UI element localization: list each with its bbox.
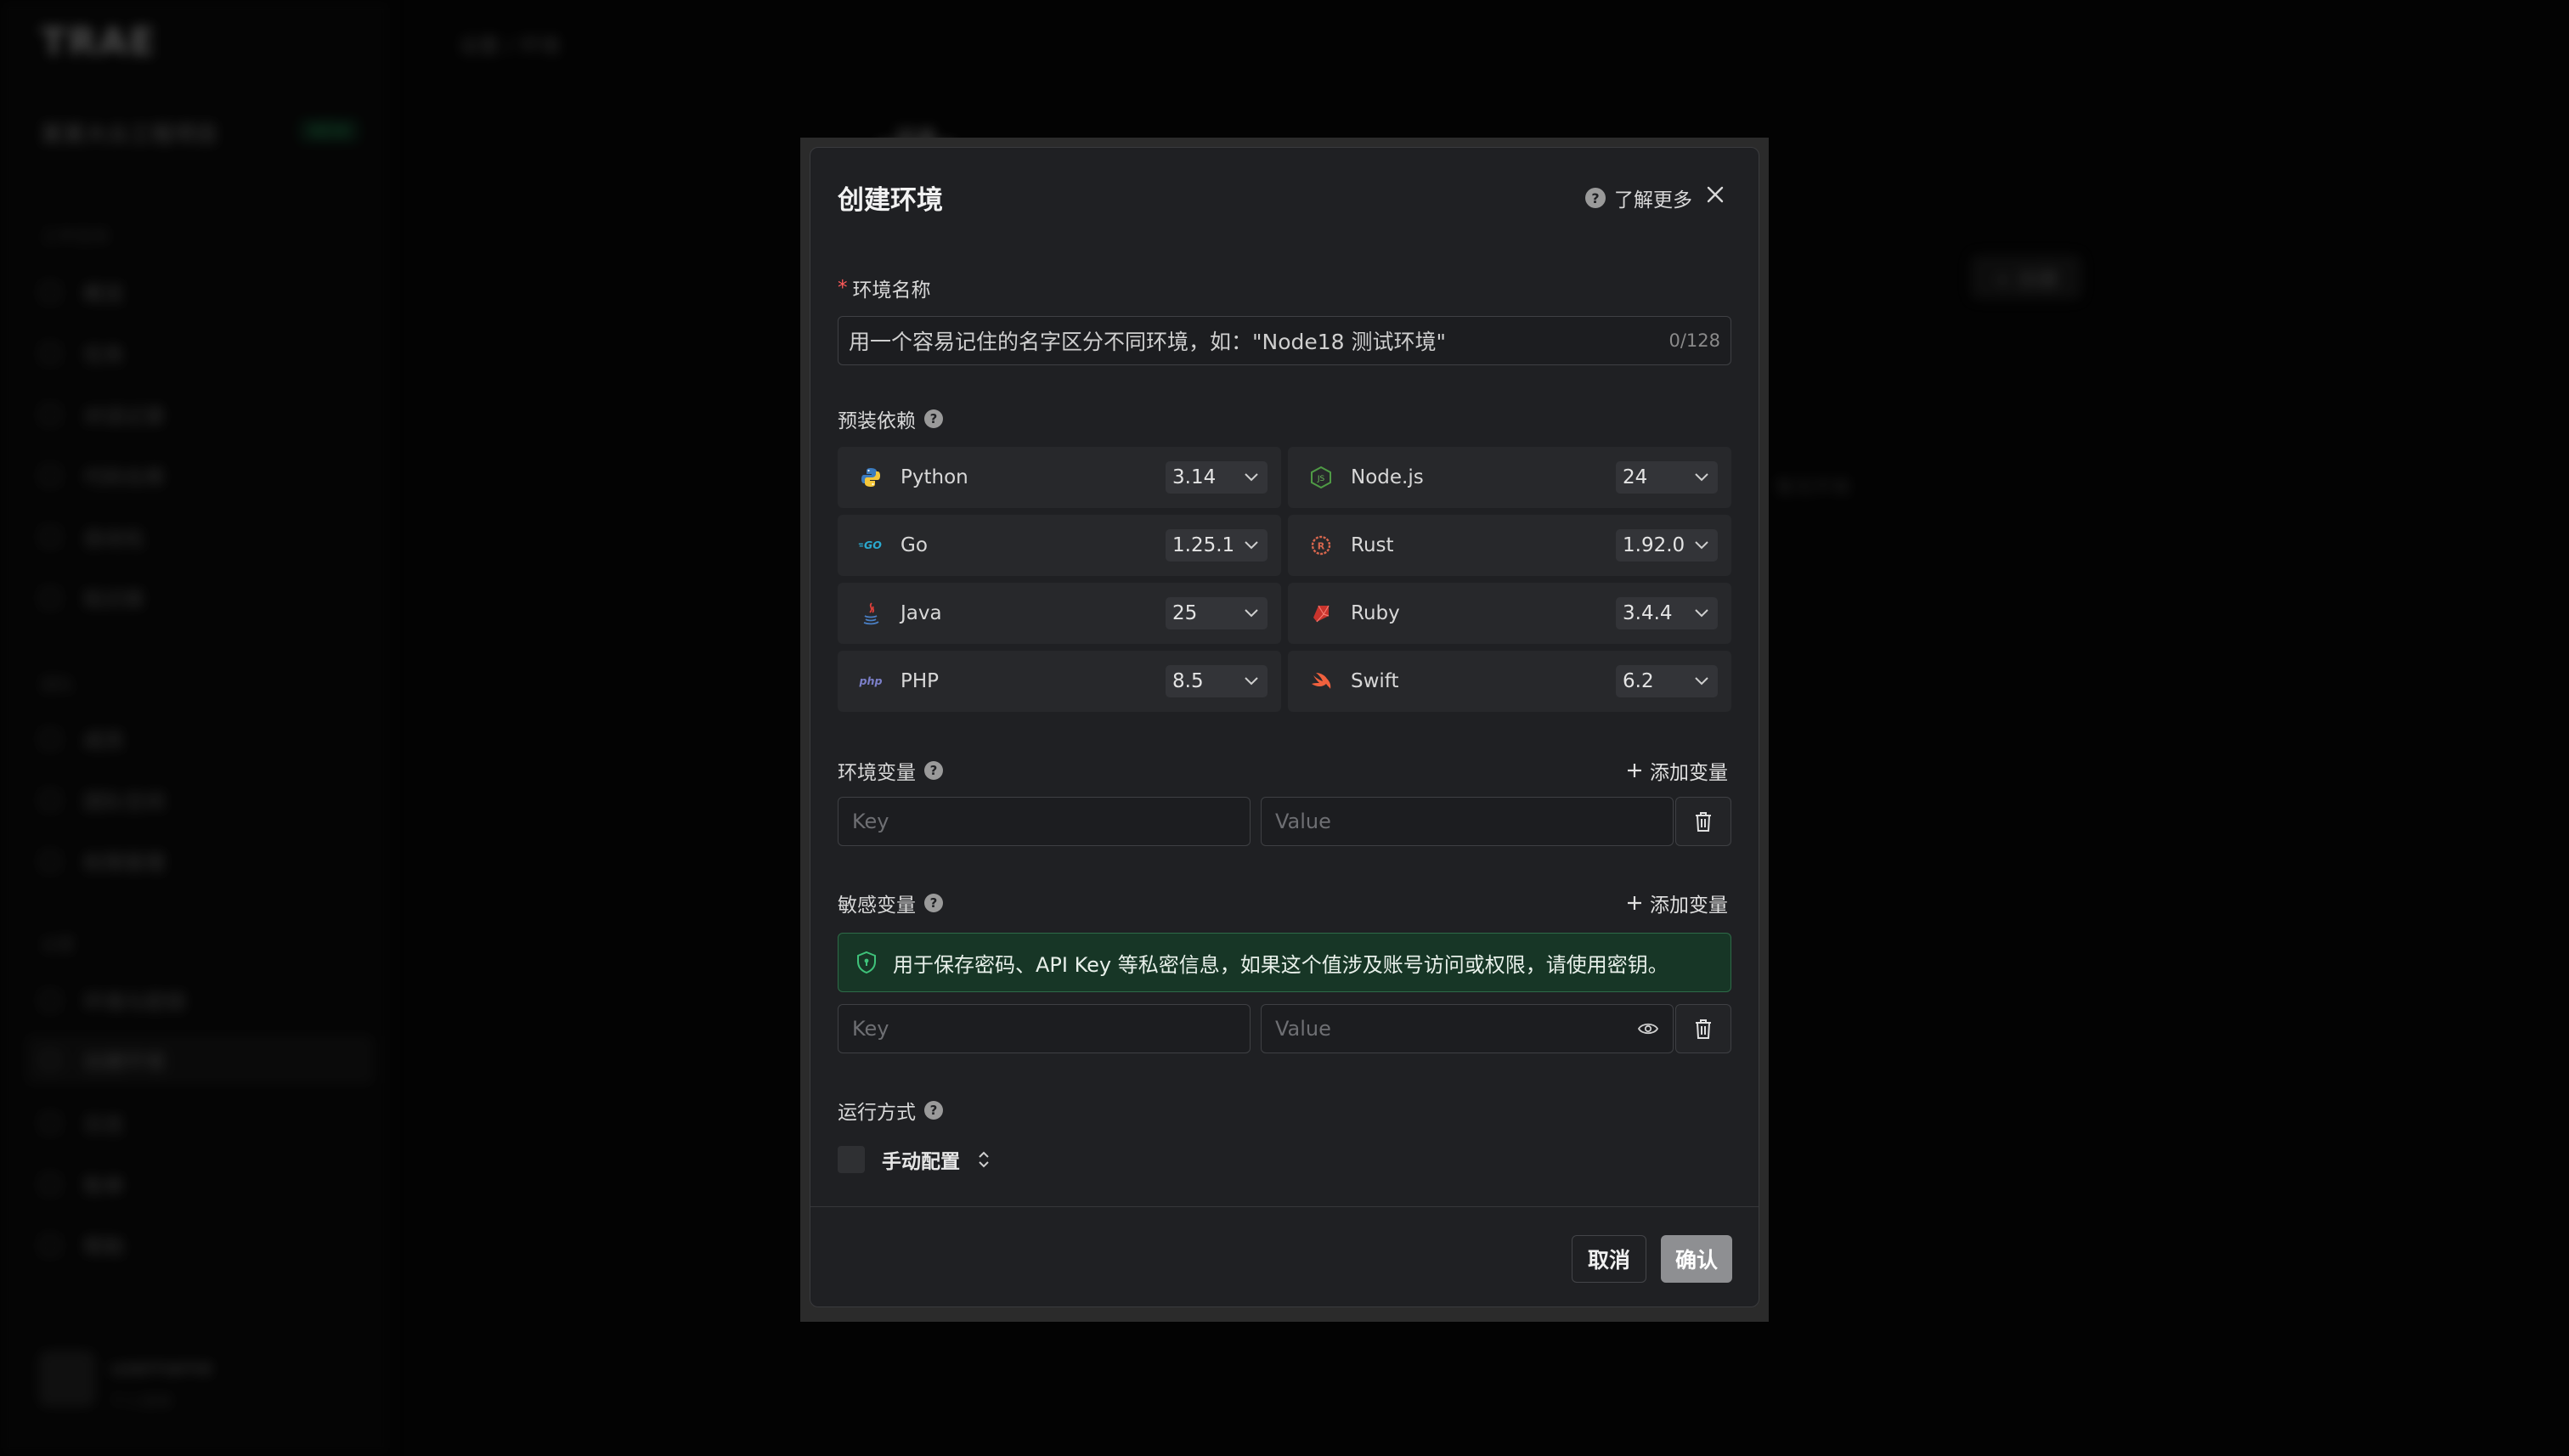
required-mark: * [838,277,848,299]
svg-text:JS: JS [1317,475,1325,483]
go-icon: GO [858,533,884,558]
dep-php: php PHP 8.5 [838,651,1281,712]
chevron-down-icon [1695,677,1708,686]
chevron-down-icon [1245,541,1258,550]
footer-divider [810,1206,1759,1207]
version-select[interactable]: 6.2 [1616,665,1718,697]
dep-python: Python 3.14 [838,447,1281,508]
nodejs-icon: JS [1308,465,1334,490]
delete-secret-var-button[interactable] [1675,1004,1731,1053]
dep-name: PHP [901,670,940,692]
dep-name: Swift [1351,670,1399,692]
create-environment-dialog: 创建环境 ? 了解更多 * 环境名称 用一个容易记住的名字区分不同环境，如："N… [810,147,1759,1307]
dep-name: Python [901,466,968,488]
delete-env-var-button[interactable] [1675,797,1731,846]
python-icon [858,465,884,490]
chevron-down-icon [1245,677,1258,686]
secret-info-banner: 用于保存密码、API Key 等私密信息，如果这个值涉及账号访问或权限，请使用密… [838,933,1731,992]
env-name-placeholder: 用一个容易记住的名字区分不同环境，如："Node18 测试环境" [849,330,1447,354]
dep-name: Go [901,534,928,556]
dep-rust: R Rust 1.92.0 [1288,515,1731,576]
ruby-icon [1308,601,1334,626]
chevron-down-icon [1695,473,1708,482]
run-mode-select[interactable]: 手动配置 [838,1145,991,1174]
version-select[interactable]: 24 [1616,461,1718,494]
version-select[interactable]: 25 [1166,597,1268,629]
dep-nodejs: JS Node.js 24 [1288,447,1731,508]
close-icon [1707,186,1724,203]
help-icon[interactable]: ? [924,761,943,780]
confirm-button[interactable]: 确认 [1661,1235,1732,1283]
trash-icon [1696,1019,1711,1039]
version-select[interactable]: 3.4.4 [1616,597,1718,629]
svg-text:R: R [1318,541,1325,552]
env-vars-label: 环境变量 ? [838,756,943,785]
svg-text:php: php [858,674,882,687]
dep-name: Ruby [1351,602,1400,624]
run-mode-label: 运行方式 ? [838,1096,943,1125]
chevron-down-icon [1245,609,1258,618]
env-key-input[interactable]: Key [838,797,1251,846]
deps-label: 预装依赖 ? [838,404,943,433]
chevron-down-icon [1245,473,1258,482]
learn-more-link[interactable]: ? 了解更多 [1585,183,1692,212]
dep-java: Java 25 [838,583,1281,644]
env-name-label: * 环境名称 [838,277,931,302]
env-value-input[interactable]: Value [1261,797,1674,846]
version-select[interactable]: 1.92.0 [1616,529,1718,562]
help-icon[interactable]: ? [924,409,943,428]
version-select[interactable]: 1.25.1 [1166,529,1268,562]
run-mode-value: 手动配置 [882,1151,960,1173]
plus-icon [1628,896,1641,910]
learn-more-label: 了解更多 [1614,189,1692,212]
help-icon: ? [1585,188,1606,208]
dep-name: Node.js [1351,466,1424,488]
trash-icon [1696,812,1711,832]
chevron-down-icon [1695,609,1708,618]
version-select[interactable]: 8.5 [1166,665,1268,697]
banner-text: 用于保存密码、API Key 等私密信息，如果这个值涉及账号访问或权限，请使用密… [893,952,1668,977]
dep-ruby: Ruby 3.4.4 [1288,583,1731,644]
help-icon[interactable]: ? [924,894,943,912]
plus-icon [1628,764,1641,777]
secret-key-input[interactable]: Key [838,1004,1251,1053]
svg-text:GO: GO [864,539,882,551]
java-icon [858,601,884,626]
dep-name: Java [901,602,942,624]
env-name-input[interactable]: 用一个容易记住的名字区分不同环境，如："Node18 测试环境" 0/128 [838,316,1731,365]
chevron-down-icon [1695,541,1708,550]
secret-value-input[interactable]: Value [1261,1004,1674,1053]
swift-icon [1308,669,1334,694]
close-button[interactable] [1702,182,1728,207]
add-secret-var-button[interactable]: 添加变量 [1626,889,1728,917]
dep-go: GO Go 1.25.1 [838,515,1281,576]
eye-icon[interactable] [1637,1021,1659,1036]
add-env-var-button[interactable]: 添加变量 [1626,756,1728,785]
secret-vars-label: 敏感变量 ? [838,889,943,917]
cancel-button[interactable]: 取消 [1572,1235,1646,1283]
dialog-title: 创建环境 [838,185,943,216]
php-icon: php [858,669,884,694]
dep-swift: Swift 6.2 [1288,651,1731,712]
version-select[interactable]: 3.14 [1166,461,1268,494]
run-mode-checkbox[interactable] [838,1146,865,1173]
shield-icon [857,951,876,974]
chevron-up-down-icon [979,1151,989,1168]
dep-name: Rust [1351,534,1394,556]
char-counter: 0/128 [1668,330,1720,351]
help-icon[interactable]: ? [924,1101,943,1120]
rust-icon: R [1308,533,1334,558]
